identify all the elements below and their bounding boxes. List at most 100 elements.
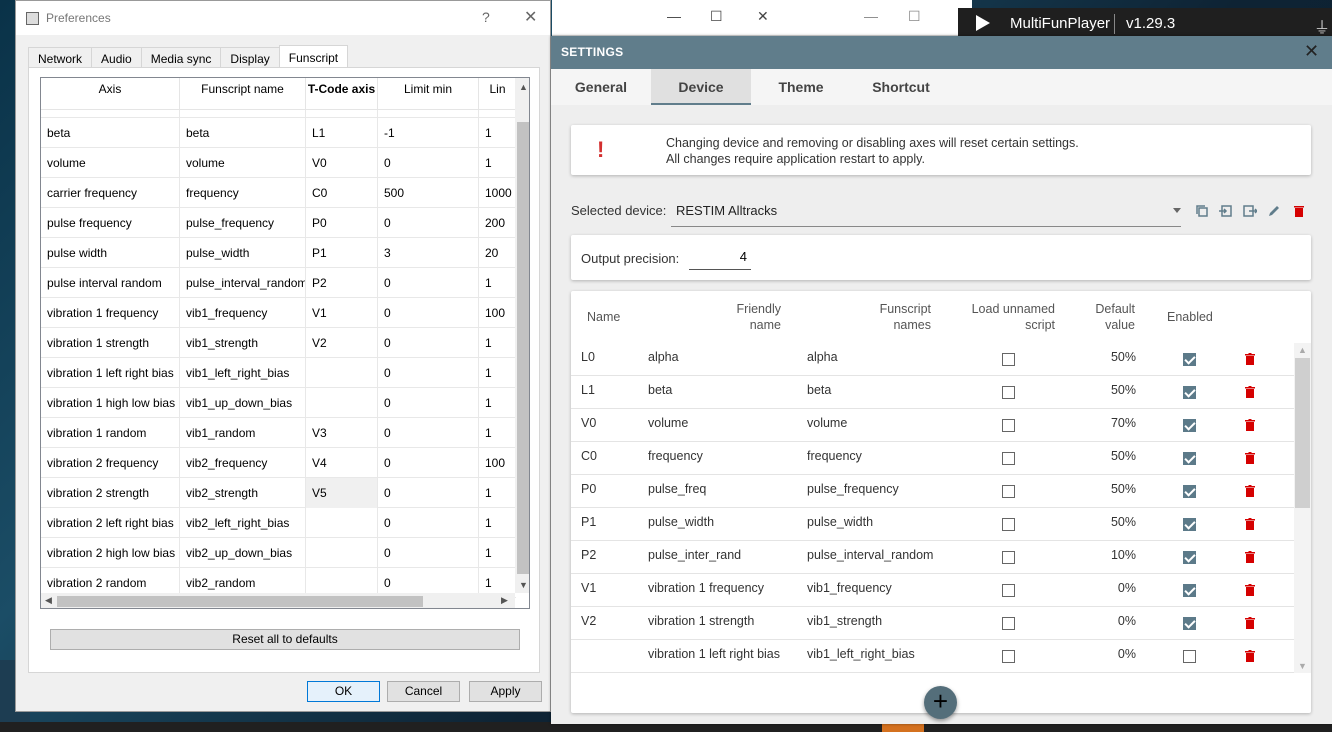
delete-icon[interactable] — [1245, 485, 1255, 497]
scroll-down-icon[interactable]: ▼ — [519, 580, 528, 590]
axis-row[interactable]: C0 frequency frequency 50% — [571, 442, 1294, 475]
table-cell[interactable]: V5 — [306, 478, 378, 508]
tab-theme[interactable]: Theme — [751, 69, 851, 105]
load-unnamed-checkbox[interactable] — [1002, 485, 1015, 498]
load-unnamed-checkbox[interactable] — [1002, 617, 1015, 630]
table-cell[interactable]: 3 — [378, 238, 479, 268]
table-cell[interactable]: 20 — [479, 238, 516, 268]
table-cell[interactable]: 1 — [479, 508, 516, 538]
table-cell[interactable]: 0 — [378, 538, 479, 568]
table-cell[interactable]: V4 — [306, 448, 378, 478]
close-icon[interactable]: ✕ — [1304, 41, 1319, 62]
play-icon[interactable] — [976, 15, 990, 31]
table-cell[interactable]: P2 — [306, 268, 378, 298]
table-cell[interactable]: beta — [41, 118, 180, 148]
scrollbar-thumb[interactable] — [1295, 358, 1310, 508]
scroll-down-icon[interactable]: ▼ — [1298, 661, 1307, 671]
column-header-limit-max[interactable]: Lin — [479, 78, 516, 110]
enabled-checkbox[interactable] — [1183, 353, 1196, 366]
table-cell[interactable]: 100 — [479, 448, 516, 478]
maximize-icon[interactable]: ☐ — [908, 8, 921, 25]
table-row[interactable]: pulse width pulse_width P1 3 20 — [41, 238, 516, 268]
load-unnamed-checkbox[interactable] — [1002, 650, 1015, 663]
table-cell[interactable] — [306, 388, 378, 418]
table-cell[interactable]: vibration 1 high low bias — [41, 388, 180, 418]
apply-button[interactable]: Apply — [469, 681, 542, 702]
enabled-checkbox[interactable] — [1183, 485, 1196, 498]
table-cell[interactable]: vib1_up_down_bias — [180, 388, 306, 418]
table-cell[interactable]: L0 — [306, 110, 378, 118]
delete-icon[interactable] — [1245, 353, 1255, 365]
column-header-funscript-names[interactable]: Funscript names — [861, 291, 931, 343]
delete-icon[interactable] — [1245, 584, 1255, 596]
vertical-scrollbar[interactable]: ▲ ▼ — [515, 78, 529, 593]
chevron-down-icon[interactable] — [1173, 208, 1181, 213]
table-cell[interactable]: P0 — [306, 208, 378, 238]
scroll-left-icon[interactable]: ◀ — [45, 595, 52, 606]
table-cell[interactable]: 0 — [378, 268, 479, 298]
copy-icon[interactable] — [1195, 204, 1209, 218]
close-icon[interactable]: ✕ — [757, 8, 769, 25]
table-cell[interactable]: V0 — [306, 148, 378, 178]
table-row[interactable]: volume volume V0 0 1 — [41, 148, 516, 178]
table-cell[interactable]: pulse interval random — [41, 268, 180, 298]
table-cell[interactable]: P1 — [306, 238, 378, 268]
table-cell[interactable]: pulse_interval_random — [180, 268, 306, 298]
table-row[interactable]: vibration 2 frequency vib2_frequency V4 0 10… — [41, 448, 516, 478]
table-cell[interactable]: vibration 2 left right bias — [41, 508, 180, 538]
column-header-load-unnamed[interactable]: Load unnamed script — [963, 291, 1055, 343]
table-cell[interactable]: 500 — [378, 178, 479, 208]
table-cell[interactable]: 0 — [378, 508, 479, 538]
axis-row[interactable]: V0 volume volume 70% — [571, 409, 1294, 442]
axis-row[interactable]: vibration 1 left right bias vib1_left_rig… — [571, 640, 1294, 673]
tab-funscript[interactable]: Funscript — [278, 45, 349, 68]
column-header-friendly-name[interactable]: Friendly name — [721, 291, 781, 343]
add-axis-button[interactable]: + — [924, 686, 957, 719]
table-cell[interactable]: vibration 1 strength — [41, 328, 180, 358]
table-cell[interactable]: volume — [180, 148, 306, 178]
delete-icon[interactable] — [1245, 452, 1255, 464]
enabled-checkbox[interactable] — [1183, 518, 1196, 531]
enabled-checkbox[interactable] — [1183, 650, 1196, 663]
table-cell[interactable]: vibration 2 strength — [41, 478, 180, 508]
tab-network[interactable]: Network — [28, 47, 93, 68]
table-cell[interactable]: frequency — [180, 178, 306, 208]
delete-icon[interactable] — [1245, 551, 1255, 563]
table-cell[interactable]: 0 — [378, 328, 479, 358]
axis-row[interactable]: P0 pulse_freq pulse_frequency 50% — [571, 475, 1294, 508]
tab-device[interactable]: Device — [651, 69, 751, 105]
table-cell[interactable]: 1000 — [479, 178, 516, 208]
column-header-limit-min[interactable]: Limit min — [378, 78, 479, 110]
load-unnamed-checkbox[interactable] — [1002, 584, 1015, 597]
load-unnamed-checkbox[interactable] — [1002, 518, 1015, 531]
table-cell[interactable]: 1 — [479, 118, 516, 148]
tab-audio[interactable]: Audio — [91, 47, 142, 68]
table-row[interactable]: beta beta L1 -1 1 — [41, 118, 516, 148]
column-header-enabled[interactable]: Enabled — [1167, 291, 1213, 343]
cancel-button[interactable]: Cancel — [387, 681, 460, 702]
enabled-checkbox[interactable] — [1183, 386, 1196, 399]
maximize-icon[interactable]: ☐ — [710, 8, 723, 25]
column-header-tcode-axis[interactable]: T-Code axis — [306, 78, 378, 110]
table-cell[interactable]: V3 — [306, 418, 378, 448]
table-cell[interactable]: vib2_left_right_bias — [180, 508, 306, 538]
table-cell[interactable]: 0 — [378, 478, 479, 508]
table-row[interactable]: carrier frequency frequency C0 500 1000 — [41, 178, 516, 208]
table-cell[interactable]: C0 — [306, 178, 378, 208]
column-header-default-value[interactable]: Default value — [1083, 291, 1135, 343]
column-header-funscript-name[interactable]: Funscript name — [180, 78, 306, 110]
reset-defaults-button[interactable]: Reset all to defaults — [50, 629, 520, 650]
table-row[interactable]: vibration 1 strength vib1_strength V2 0 1 — [41, 328, 516, 358]
table-row[interactable]: pulse interval random pulse_interval_rand… — [41, 268, 516, 298]
load-unnamed-checkbox[interactable] — [1002, 419, 1015, 432]
table-cell[interactable]: beta — [180, 118, 306, 148]
table-cell[interactable]: vib2_frequency — [180, 448, 306, 478]
close-icon[interactable]: ✕ — [524, 7, 537, 27]
table-cell[interactable]: 0 — [378, 448, 479, 478]
enabled-checkbox[interactable] — [1183, 419, 1196, 432]
minimize-icon[interactable]: — — [667, 8, 681, 24]
delete-icon[interactable] — [1245, 419, 1255, 431]
table-cell[interactable]: -1 — [378, 110, 479, 118]
table-cell[interactable]: 1 — [479, 358, 516, 388]
enabled-checkbox[interactable] — [1183, 452, 1196, 465]
